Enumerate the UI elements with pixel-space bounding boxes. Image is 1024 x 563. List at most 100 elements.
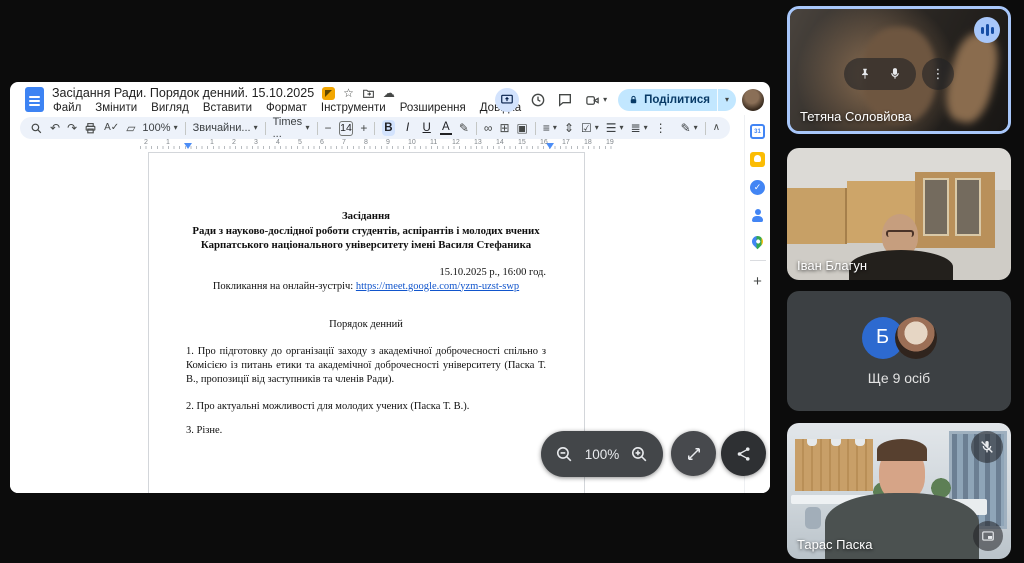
- underline-button[interactable]: U: [421, 120, 433, 136]
- zoom-value: 100%: [142, 122, 170, 134]
- chevron-down-icon: ▾: [174, 124, 178, 132]
- keep-icon[interactable]: [750, 152, 765, 167]
- account-avatar[interactable]: [742, 89, 764, 111]
- doc-heading-line: Ради з науково-дослідної роботи студенті…: [186, 224, 546, 239]
- numbered-list-icon: ≣: [631, 122, 641, 134]
- paint-format-icon[interactable]: ▱: [126, 122, 135, 134]
- ruler-number: 17: [562, 139, 570, 146]
- toolbar-divider: [317, 122, 318, 135]
- move-folder-icon[interactable]: [362, 87, 375, 100]
- participant-tile[interactable]: Іван Благун: [787, 148, 1011, 280]
- star-icon[interactable]: ☆: [343, 87, 354, 99]
- doc-agenda-item: 1. Про підготовку до організації заходу …: [186, 345, 546, 387]
- share-main[interactable]: Поділитися: [618, 94, 717, 106]
- insert-image-icon[interactable]: ▣: [517, 122, 528, 134]
- insert-link-icon[interactable]: ∞: [484, 122, 493, 134]
- toolbar: ↶ ↷ A✓ ▱ 100% ▾ Звичайни... ▾ Times ... …: [20, 117, 730, 139]
- contacts-icon[interactable]: [750, 208, 765, 223]
- redo-icon[interactable]: ↷: [67, 122, 77, 134]
- menu-view[interactable]: Вигляд: [144, 101, 196, 115]
- decor: [955, 178, 981, 236]
- more-options-icon[interactable]: ⋮: [922, 58, 954, 90]
- share-dropdown-icon[interactable]: ▾: [718, 96, 736, 104]
- align-icon: ≡: [543, 122, 550, 134]
- zoom-out-icon[interactable]: [555, 445, 574, 464]
- meet-link[interactable]: https://meet.google.com/yzm-uzst-swp: [356, 281, 519, 292]
- bulleted-list-button[interactable]: ☰ ▾: [606, 122, 624, 134]
- font-size-increase-button[interactable]: +: [360, 122, 367, 134]
- participant-name: Тетяна Соловйова: [800, 109, 912, 124]
- align-button[interactable]: ≡ ▾: [543, 122, 557, 134]
- chevron-down-icon: ▾: [694, 124, 698, 132]
- rail-divider: [750, 260, 766, 261]
- ruler-number: 11: [430, 139, 437, 146]
- highlight-icon[interactable]: ✎: [459, 122, 469, 134]
- comments-icon[interactable]: [557, 92, 573, 108]
- share-screen-button[interactable]: [721, 431, 766, 476]
- checklist-button[interactable]: ☑ ▾: [581, 122, 599, 134]
- participant-tile-speaking[interactable]: ⋮ Тетяна Соловйова: [787, 6, 1011, 134]
- decor: [855, 439, 865, 446]
- toolbar-divider: [535, 122, 536, 135]
- decor: [787, 188, 847, 244]
- insert-comment-icon[interactable]: ⊞: [499, 122, 509, 134]
- google-docs-icon[interactable]: [25, 87, 44, 112]
- doc-heading-line: Засідання: [186, 209, 546, 224]
- italic-button[interactable]: I: [402, 120, 414, 136]
- chevron-down-icon: ▾: [553, 124, 557, 132]
- undo-icon[interactable]: ↶: [50, 122, 60, 134]
- pin-icon[interactable]: [858, 67, 872, 81]
- spellcheck-icon[interactable]: A✓: [104, 123, 119, 133]
- editing-mode-button[interactable]: ✎ ▾: [681, 122, 698, 134]
- menu-format[interactable]: Формат: [259, 101, 314, 115]
- bulleted-list-icon: ☰: [606, 122, 617, 134]
- presenting-icon[interactable]: [495, 88, 519, 112]
- text-color-button[interactable]: A: [440, 121, 452, 135]
- tasks-icon[interactable]: ✓: [750, 180, 765, 195]
- maps-icon[interactable]: [750, 234, 766, 250]
- meet-camera-button[interactable]: ▾: [584, 93, 607, 108]
- more-options-icon[interactable]: ⋮: [655, 122, 667, 134]
- ruler-number: 2: [144, 139, 148, 146]
- search-icon[interactable]: [30, 122, 43, 135]
- mic-icon[interactable]: [888, 67, 902, 81]
- overflow-avatars: Б: [862, 317, 937, 359]
- document-title[interactable]: Засідання Ради. Порядок денний. 15.10.20…: [52, 86, 314, 100]
- print-icon[interactable]: [84, 122, 97, 135]
- ruler-number: 3: [254, 139, 258, 146]
- font-size-decrease-button[interactable]: −: [325, 122, 332, 134]
- fullscreen-button[interactable]: [671, 431, 716, 476]
- menu-edit[interactable]: Змінити: [88, 101, 144, 115]
- font-size-field[interactable]: 14: [339, 121, 354, 136]
- menu-file[interactable]: Файл: [46, 101, 88, 115]
- collapse-toolbar-icon[interactable]: ∧: [713, 123, 720, 133]
- indent-marker-left[interactable]: [184, 143, 192, 149]
- add-addon-icon[interactable]: +: [753, 274, 762, 289]
- document-page[interactable]: Засідання Ради з науково-дослідної робот…: [148, 152, 585, 493]
- chevron-down-icon: ▾: [644, 124, 648, 132]
- ruler-number: 2: [232, 139, 236, 146]
- line-spacing-icon[interactable]: ⇕: [564, 122, 574, 134]
- calendar-icon[interactable]: 31: [750, 124, 765, 139]
- share-button[interactable]: Поділитися ▾: [618, 89, 736, 111]
- ruler-number: 1: [210, 139, 214, 146]
- ruler-number: 14: [496, 139, 504, 146]
- zoom-in-icon[interactable]: [630, 445, 649, 464]
- doc-link-line: Покликання на онлайн-зустріч: https://me…: [186, 280, 546, 294]
- numbered-list-button[interactable]: ≣ ▾: [631, 122, 648, 134]
- toolbar-divider: [185, 122, 186, 135]
- paragraph-style-select[interactable]: Звичайни... ▾: [193, 122, 258, 134]
- overflow-participants-tile[interactable]: Б Ще 9 осіб: [787, 291, 1011, 411]
- menu-extensions[interactable]: Розширення: [393, 101, 473, 115]
- ruler[interactable]: 2112345678910111213141516171819: [140, 139, 616, 150]
- zoom-select[interactable]: 100% ▾: [142, 122, 177, 134]
- ruler-number: 10: [408, 139, 416, 146]
- participant-tile-muted[interactable]: Тарас Паска: [787, 423, 1011, 559]
- cloud-status-icon[interactable]: ☁: [383, 87, 395, 99]
- bold-button[interactable]: B: [382, 120, 394, 136]
- picture-in-picture-icon[interactable]: [973, 521, 1003, 551]
- menu-insert[interactable]: Вставити: [196, 101, 259, 115]
- font-select[interactable]: Times ... ▾: [273, 116, 310, 140]
- version-history-icon[interactable]: [530, 92, 546, 108]
- menu-tools[interactable]: Інструменти: [314, 101, 393, 115]
